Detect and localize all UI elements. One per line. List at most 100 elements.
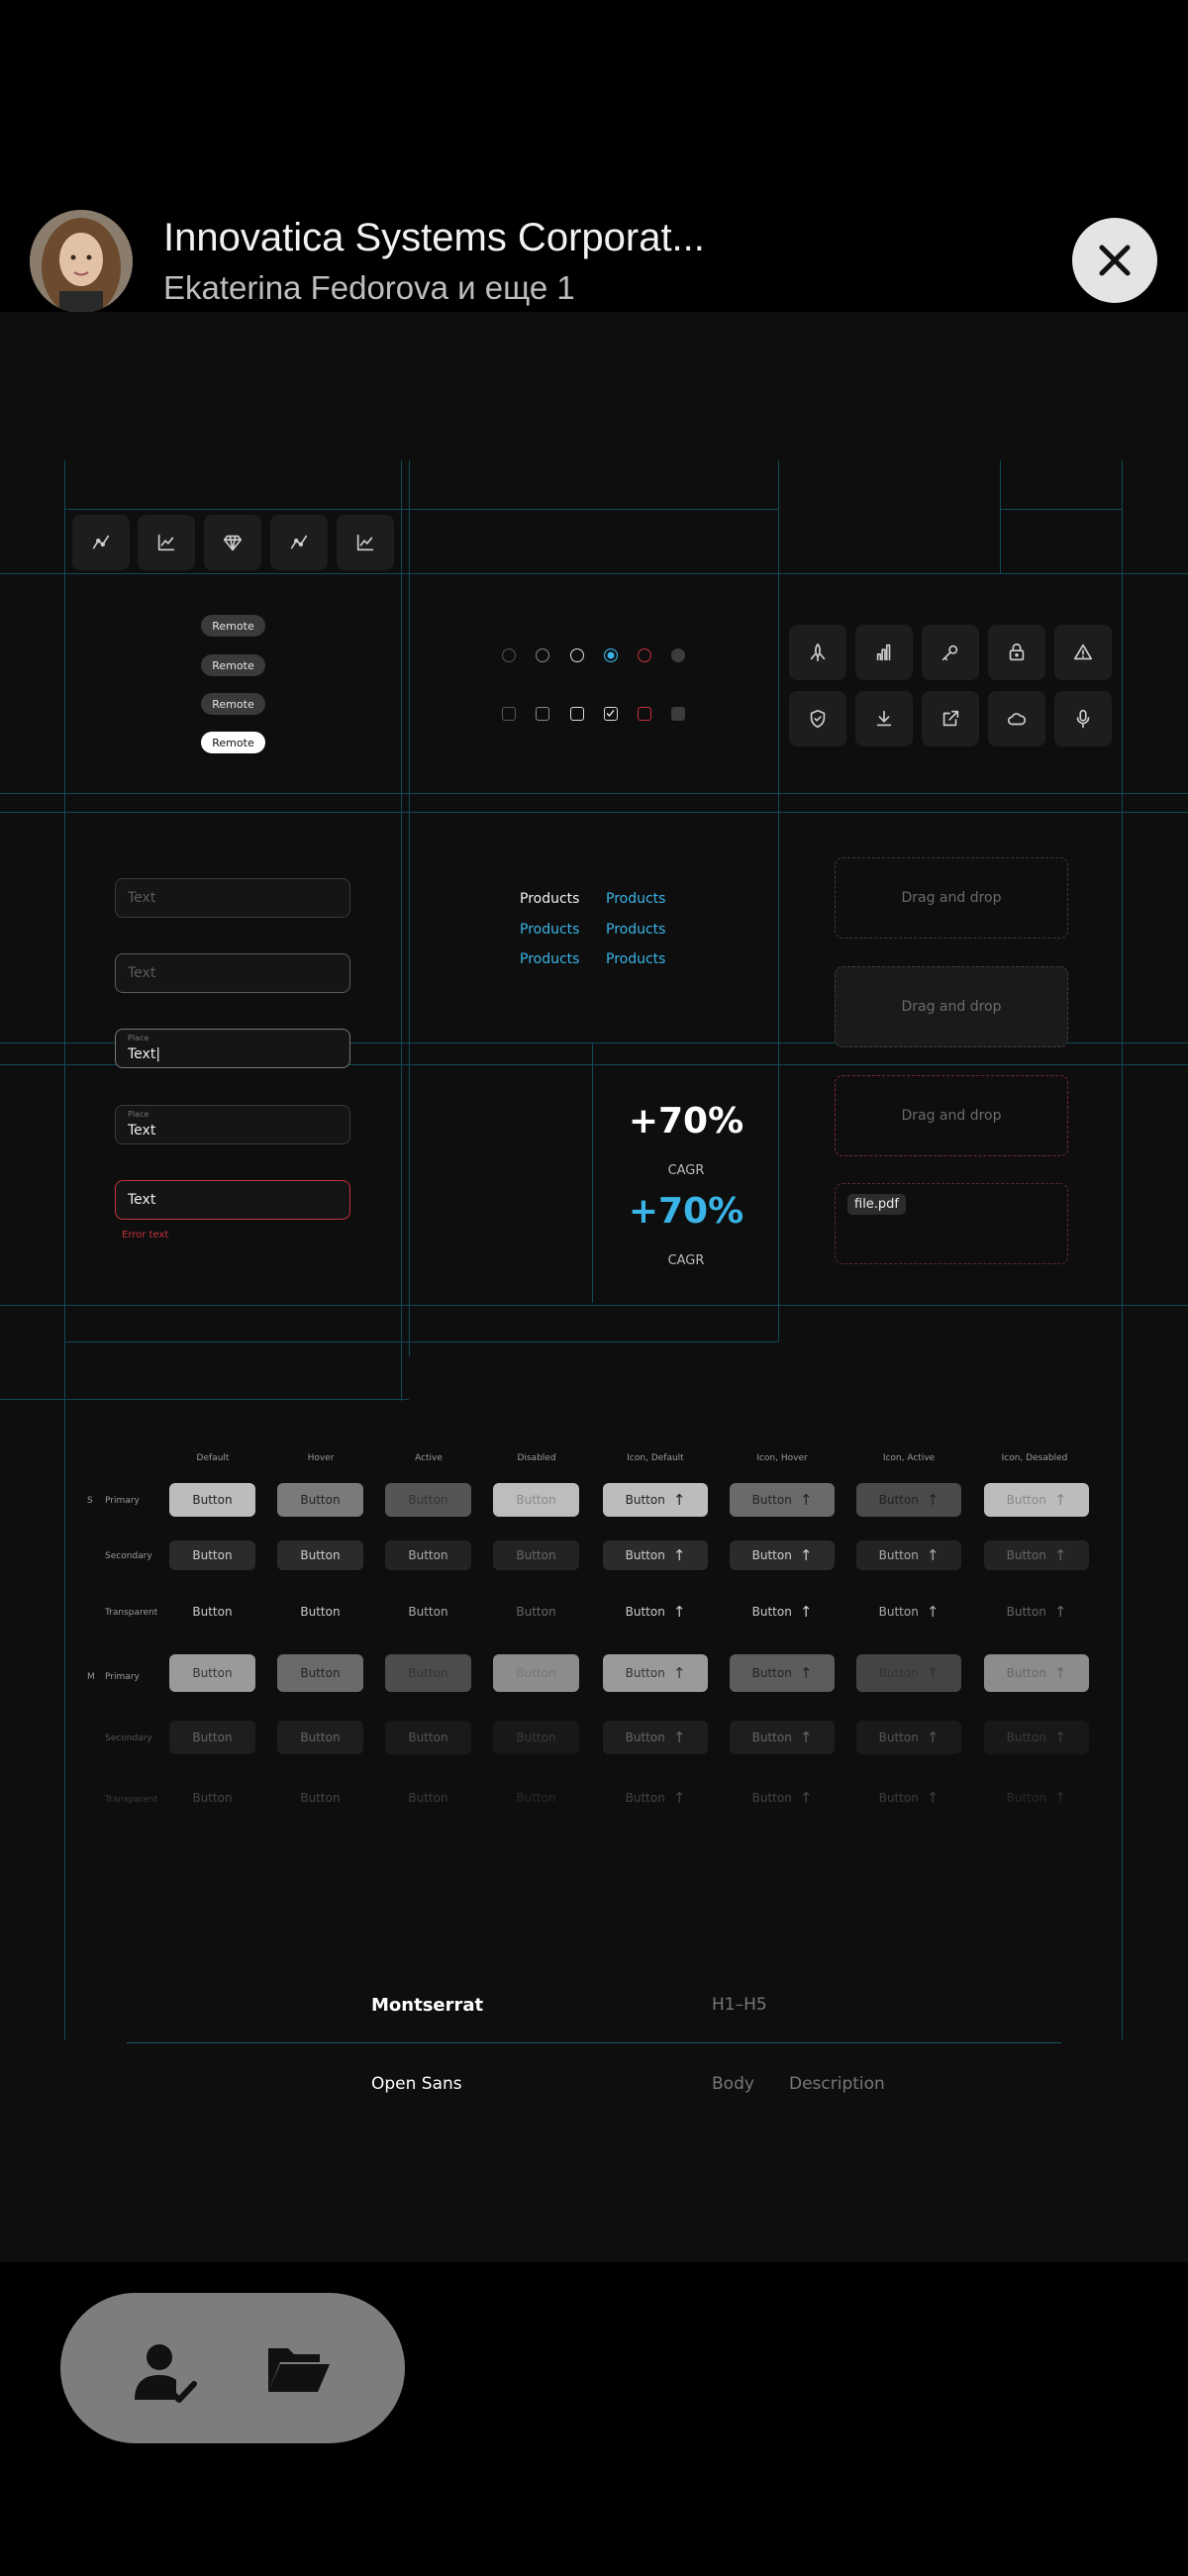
button[interactable]: Button	[493, 1783, 579, 1813]
radio-active[interactable]	[570, 648, 584, 662]
chip-remote-active[interactable]: Remote	[201, 732, 265, 753]
text-input-default[interactable]: Text	[115, 878, 350, 918]
products-link[interactable]: Products	[606, 891, 665, 907]
checkbox-error[interactable]	[638, 707, 651, 721]
download-icon-tile[interactable]	[855, 691, 913, 746]
icon-button[interactable]: Button ↑	[984, 1654, 1089, 1692]
products-link[interactable]: Products	[520, 891, 579, 907]
icon-button[interactable]: Button ↑	[603, 1654, 708, 1692]
icon-button[interactable]: Button ↑	[603, 1540, 708, 1570]
icon-button[interactable]: Button ↑	[984, 1783, 1089, 1813]
file-chip[interactable]: file.pdf	[847, 1194, 907, 1215]
products-link[interactable]: Products	[520, 922, 579, 938]
rocket-icon-tile[interactable]	[789, 625, 846, 680]
line-chart-icon-tile[interactable]	[138, 515, 195, 570]
button[interactable]: Button	[493, 1597, 579, 1627]
button[interactable]: Button	[277, 1540, 363, 1570]
radio-error[interactable]	[638, 648, 651, 662]
folder-button[interactable]	[266, 2342, 332, 2401]
button[interactable]: Button	[493, 1540, 579, 1570]
diamond-icon-tile[interactable]	[204, 515, 261, 570]
button[interactable]: Button	[385, 1721, 471, 1754]
icon-button[interactable]: Button ↑	[730, 1540, 835, 1570]
checkbox-hover[interactable]	[536, 707, 549, 721]
icon-button[interactable]: Button ↑	[603, 1483, 708, 1517]
button[interactable]: Button	[169, 1721, 255, 1754]
text-input-filled[interactable]: Place Text	[115, 1105, 350, 1144]
user-check-button[interactable]	[132, 2340, 199, 2411]
button[interactable]: Button	[277, 1654, 363, 1692]
button[interactable]: Button	[169, 1783, 255, 1813]
radio-selected[interactable]	[604, 648, 618, 662]
button[interactable]: Button	[385, 1597, 471, 1627]
icon-button[interactable]: Button ↑	[984, 1721, 1089, 1754]
products-link[interactable]: Products	[606, 951, 665, 967]
line-chart-icon-tile-2[interactable]	[337, 515, 394, 570]
icon-button[interactable]: Button ↑	[856, 1654, 961, 1692]
button[interactable]: Button	[385, 1483, 471, 1517]
icon-button[interactable]: Button ↑	[856, 1597, 961, 1627]
icon-button[interactable]: Button ↑	[856, 1540, 961, 1570]
trend-icon-tile-2[interactable]	[270, 515, 328, 570]
microphone-icon-tile[interactable]	[1054, 691, 1112, 746]
cloud-icon-tile[interactable]	[988, 691, 1045, 746]
icon-button[interactable]: Button ↑	[730, 1597, 835, 1627]
text-input-error[interactable]: Text	[115, 1180, 350, 1220]
products-link[interactable]: Products	[606, 922, 665, 938]
button[interactable]: Button	[277, 1597, 363, 1627]
dropzone-with-file[interactable]: file.pdf	[835, 1183, 1068, 1264]
button-label: Button	[300, 1666, 341, 1680]
icon-button[interactable]: Button ↑	[856, 1483, 961, 1517]
button[interactable]: Button	[169, 1654, 255, 1692]
icon-button[interactable]: Button ↑	[984, 1540, 1089, 1570]
button[interactable]: Button	[385, 1540, 471, 1570]
checkbox-checked[interactable]	[604, 707, 618, 721]
button-label: Button	[192, 1493, 233, 1507]
icon-button[interactable]: Button ↑	[984, 1597, 1089, 1627]
icon-button[interactable]: Button ↑	[984, 1483, 1089, 1517]
button[interactable]: Button	[277, 1721, 363, 1754]
button[interactable]: Button	[385, 1783, 471, 1813]
text-input-focused[interactable]: Place Text|	[115, 1029, 350, 1068]
icon-button[interactable]: Button ↑	[730, 1483, 835, 1517]
button[interactable]: Button	[169, 1483, 255, 1517]
checkbox-active[interactable]	[570, 707, 584, 721]
icon-button[interactable]: Button ↑	[730, 1721, 835, 1754]
button[interactable]: Button	[493, 1483, 579, 1517]
trend-icon-tile[interactable]	[72, 515, 130, 570]
button[interactable]: Button	[169, 1540, 255, 1570]
radio-hover[interactable]	[536, 648, 549, 662]
shield-check-icon-tile[interactable]	[789, 691, 846, 746]
radio-default[interactable]	[502, 648, 516, 662]
button[interactable]: Button	[277, 1483, 363, 1517]
chip-remote[interactable]: Remote	[201, 615, 265, 637]
chip-remote[interactable]: Remote	[201, 654, 265, 676]
external-link-icon-tile[interactable]	[922, 691, 979, 746]
chip-remote[interactable]: Remote	[201, 693, 265, 715]
button[interactable]: Button	[493, 1721, 579, 1754]
close-button[interactable]	[1072, 218, 1157, 303]
warning-icon-tile[interactable]	[1054, 625, 1112, 680]
products-link[interactable]: Products	[520, 951, 579, 967]
column-header: Icon, Default	[627, 1453, 684, 1463]
icon-button[interactable]: Button ↑	[603, 1783, 708, 1813]
checkbox-default[interactable]	[502, 707, 516, 721]
button[interactable]: Button	[493, 1654, 579, 1692]
dropzone-default[interactable]: Drag and drop	[835, 857, 1068, 939]
text-input-hover[interactable]: Text	[115, 953, 350, 993]
icon-button[interactable]: Button ↑	[856, 1721, 961, 1754]
lock-icon-tile[interactable]	[988, 625, 1045, 680]
button[interactable]: Button	[385, 1654, 471, 1692]
dropzone-hover[interactable]: Drag and drop	[835, 966, 1068, 1047]
icon-button[interactable]: Button ↑	[730, 1783, 835, 1813]
button[interactable]: Button	[277, 1783, 363, 1813]
icon-button[interactable]: Button ↑	[856, 1783, 961, 1813]
button[interactable]: Button	[169, 1597, 255, 1627]
dropzone-error[interactable]: Drag and drop	[835, 1075, 1068, 1156]
bar-chart-icon-tile[interactable]	[855, 625, 913, 680]
key-icon-tile[interactable]	[922, 625, 979, 680]
icon-button[interactable]: Button ↑	[603, 1597, 708, 1627]
icon-button[interactable]: Button ↑	[730, 1654, 835, 1692]
avatar[interactable]	[30, 210, 133, 313]
icon-button[interactable]: Button ↑	[603, 1721, 708, 1754]
